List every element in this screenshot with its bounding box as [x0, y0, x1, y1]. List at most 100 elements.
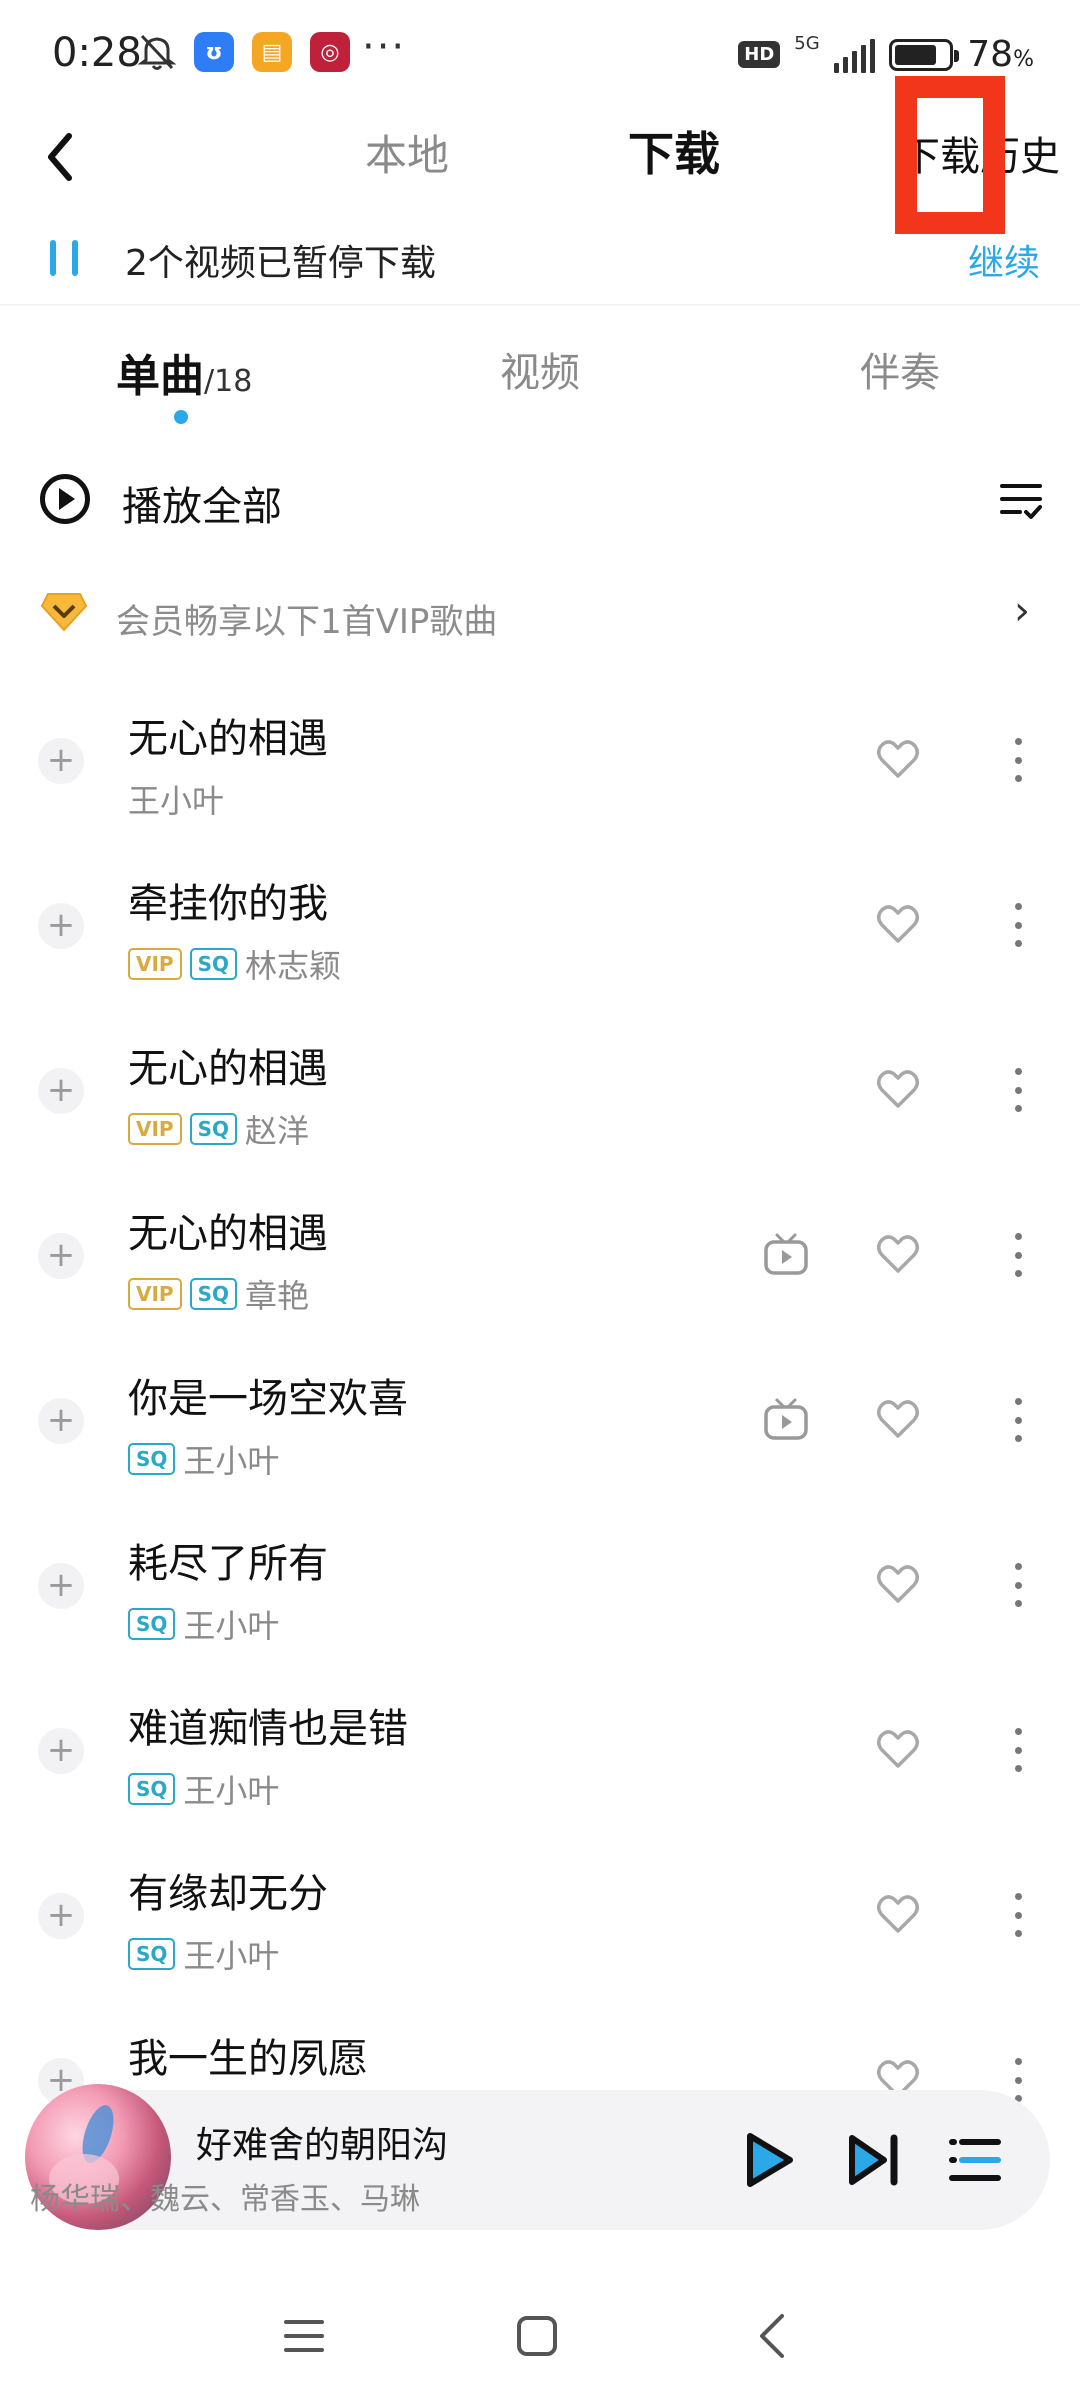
vip-banner[interactable]: 会员畅享以下1首VIP歌曲 ›	[0, 578, 1080, 650]
song-artist: 赵洋	[244, 1112, 309, 1150]
playlist-icon[interactable]	[948, 2130, 1004, 2190]
status-left-icons: ʊ ▤ ◎	[138, 32, 350, 72]
heart-icon[interactable]	[874, 1561, 922, 1607]
vip-diamond-icon	[40, 593, 88, 632]
more-options-icon[interactable]	[1006, 1062, 1030, 1118]
song-row[interactable]: + 无心的相遇 VIP SQ 赵洋	[0, 1010, 1080, 1175]
status-right-icons: HD 5G 78%	[738, 33, 1034, 75]
bank-app-icon: ◎	[310, 32, 350, 72]
song-artist: 章艳	[244, 1277, 309, 1315]
song-title: 无心的相遇	[128, 1046, 328, 1092]
song-meta: 王小叶	[128, 776, 224, 822]
chevron-right-icon: ›	[1014, 588, 1030, 634]
sq-badge: SQ	[128, 1608, 176, 1640]
home-icon[interactable]	[515, 2314, 559, 2358]
play-all-row[interactable]: 播放全部	[0, 460, 1080, 540]
more-options-icon[interactable]	[1006, 732, 1030, 788]
heart-icon[interactable]	[874, 1891, 922, 1937]
mini-player[interactable]: 好难舍的朝阳沟 杨华瑞、魏云、常香玉、马琳	[25, 2084, 1050, 2230]
add-to-playlist-button[interactable]: +	[38, 1728, 84, 1774]
song-meta: SQ 王小叶	[128, 1601, 279, 1647]
add-to-playlist-button[interactable]: +	[38, 1563, 84, 1609]
add-to-playlist-button[interactable]: +	[38, 738, 84, 784]
heart-icon[interactable]	[874, 1066, 922, 1112]
add-to-playlist-button[interactable]: +	[38, 1233, 84, 1279]
add-to-playlist-button[interactable]: +	[38, 1398, 84, 1444]
status-time: 0:28	[52, 30, 142, 76]
sq-badge: SQ	[128, 1938, 176, 1970]
more-notifications-icon: ···	[362, 24, 407, 70]
song-meta: SQ 王小叶	[128, 1766, 279, 1812]
notes-app-icon: ▤	[252, 32, 292, 72]
sq-badge: SQ	[128, 1443, 176, 1475]
paused-downloads-banner: 2个视频已暂停下载 继续	[0, 210, 1080, 306]
resume-button[interactable]: 继续	[968, 234, 1040, 286]
song-row[interactable]: + 难道痴情也是错 SQ 王小叶	[0, 1670, 1080, 1835]
song-title: 我一生的夙愿	[128, 2036, 368, 2082]
mv-icon[interactable]	[763, 1396, 809, 1442]
tab-videos[interactable]: 视频	[500, 340, 580, 398]
song-row[interactable]: + 无心的相遇 VIP SQ 章艳	[0, 1175, 1080, 1340]
song-title: 有缘却无分	[128, 1871, 328, 1917]
add-to-playlist-button[interactable]: +	[38, 1893, 84, 1939]
heart-icon[interactable]	[874, 1231, 922, 1277]
tab-singles-count: /18	[204, 364, 253, 399]
song-row[interactable]: + 有缘却无分 SQ 王小叶	[0, 1835, 1080, 2000]
song-artist: 王小叶	[183, 1607, 280, 1645]
song-meta: SQ 王小叶	[128, 1436, 279, 1482]
heart-icon[interactable]	[874, 736, 922, 782]
more-options-icon[interactable]	[1006, 1887, 1030, 1943]
song-title: 难道痴情也是错	[128, 1706, 408, 1752]
next-track-icon[interactable]	[846, 2130, 902, 2190]
signal-icon: 5G	[794, 33, 876, 73]
sq-badge: SQ	[189, 1113, 237, 1145]
more-options-icon[interactable]	[1006, 1557, 1030, 1613]
recent-apps-icon[interactable]	[282, 2316, 326, 2356]
song-title: 牵挂你的我	[128, 881, 328, 927]
sq-badge: SQ	[189, 948, 237, 980]
song-title: 无心的相遇	[128, 1211, 328, 1257]
song-title: 耗尽了所有	[128, 1541, 328, 1587]
battery-percent: 78%	[967, 34, 1034, 75]
song-meta: VIP SQ 林志颖	[128, 941, 341, 987]
play-icon[interactable]	[740, 2130, 796, 2190]
add-to-playlist-button[interactable]: +	[38, 903, 84, 949]
song-list: + 无心的相遇 王小叶 + 牵挂你的我 VIP SQ 林志颖 + 无心的相遇 VIP…	[0, 680, 1080, 2165]
content-tabs: 单曲/18 视频 伴奏	[0, 330, 1080, 430]
song-artist: 王小叶	[183, 1442, 280, 1480]
song-row[interactable]: + 无心的相遇 王小叶	[0, 680, 1080, 845]
song-row[interactable]: + 耗尽了所有 SQ 王小叶	[0, 1505, 1080, 1670]
heart-icon[interactable]	[874, 1726, 922, 1772]
more-options-icon[interactable]	[1006, 1722, 1030, 1778]
heart-icon[interactable]	[874, 1396, 922, 1442]
play-all-label: 播放全部	[122, 484, 282, 530]
vip-badge: VIP	[128, 1113, 182, 1145]
song-artist: 王小叶	[183, 1937, 280, 1975]
mv-icon[interactable]	[763, 1231, 809, 1277]
vip-banner-text: 会员畅享以下1首VIP歌曲	[116, 602, 498, 642]
tab-singles-label: 单曲	[116, 351, 204, 402]
song-row[interactable]: + 你是一场空欢喜 SQ 王小叶	[0, 1340, 1080, 1505]
heart-icon[interactable]	[874, 901, 922, 947]
more-options-icon[interactable]	[1006, 897, 1030, 953]
tab-accompaniment[interactable]: 伴奏	[860, 340, 940, 398]
add-to-playlist-button[interactable]: +	[38, 1068, 84, 1114]
sq-badge: SQ	[128, 1773, 176, 1805]
system-back-icon[interactable]	[752, 2312, 792, 2360]
song-row[interactable]: + 牵挂你的我 VIP SQ 林志颖	[0, 845, 1080, 1010]
tab-download[interactable]: 下载	[628, 118, 720, 184]
system-nav-bar	[0, 2280, 1080, 2400]
more-options-icon[interactable]	[1006, 1227, 1030, 1283]
tab-singles[interactable]: 单曲/18	[116, 340, 252, 404]
battery-icon	[889, 38, 960, 71]
tab-local[interactable]: 本地	[365, 122, 449, 183]
manage-list-icon[interactable]	[1000, 478, 1042, 522]
qq-app-icon: ʊ	[194, 32, 234, 72]
mute-bell-icon	[138, 34, 176, 70]
song-meta: VIP SQ 赵洋	[128, 1106, 309, 1152]
now-playing-artist: 杨华瑞、魏云、常香玉、马琳	[30, 2182, 420, 2217]
song-artist: 王小叶	[128, 782, 225, 820]
more-options-icon[interactable]	[1006, 1392, 1030, 1448]
back-button[interactable]	[30, 122, 90, 192]
now-playing-title: 好难舍的朝阳沟	[196, 2125, 449, 2166]
